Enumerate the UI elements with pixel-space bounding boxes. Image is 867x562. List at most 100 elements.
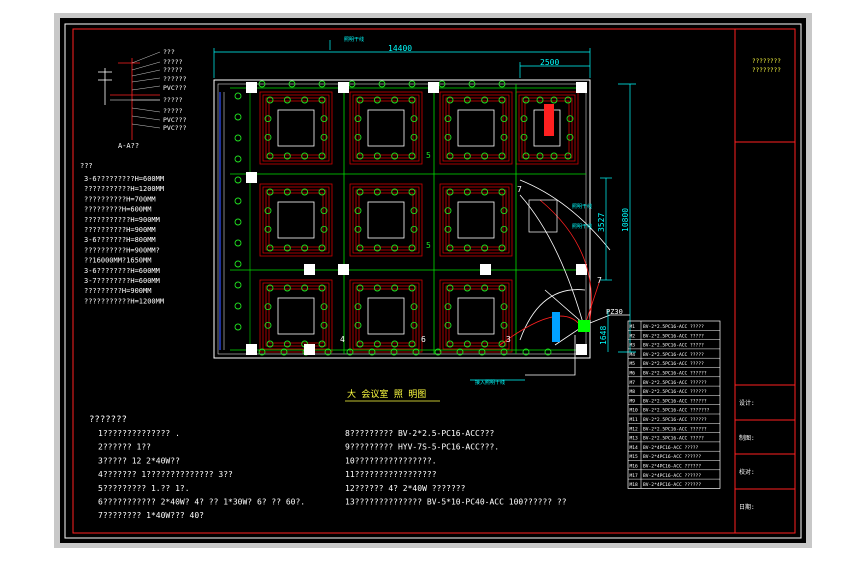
circuit-description: BV-2*2.5PC16-ACC ?????? [643,417,707,423]
mount-note-line: ??????????H=900MM [84,226,156,234]
title-block-designer: 设计: [739,399,755,407]
mount-note-line: ??????????H=700MM [84,195,156,203]
note-line: 13?????????????? BV-5*10-PC40-ACC 100???… [345,498,567,507]
structural-column [428,82,439,93]
note-line: 5????????? 1.?? 1?. [98,484,190,493]
note-line: 6??????????? 2*40W? 4? ?? 1*30W? 6? ?? 6… [98,498,305,507]
circuit-id: M9 [630,398,636,404]
note-line: 8????????? BV-2*2.5-PC16-ACC??? [345,429,494,438]
note-line: 7???????? 1*40W??? 40? [98,511,204,520]
circuit-label-5a: 5 [426,151,431,160]
mount-note-line: ???????????H=1200MM [84,297,164,305]
structural-column [246,344,257,355]
mount-note-line: 3-6???????H=800MM [84,236,156,244]
circuit-label-4: 4 [340,335,345,344]
dimension-width-total: 14400 [388,44,412,53]
svg-text:?????: ????? [163,96,183,104]
structural-column [576,344,587,355]
dimension-width-right: 2500 [540,58,559,67]
note-line: 3????? 12 2*40W?? [98,456,180,465]
circuit-id: M17 [630,473,639,479]
circuit-description: BV-2*4PC16-ACC ?????? [643,454,701,460]
circuit-label-7a: 7 [517,185,522,194]
mount-note-line: 3-6?????????H=600MM [84,175,164,183]
structural-column [480,264,491,275]
structural-column [304,264,315,275]
circuit-label-5b: 5 [426,241,431,250]
circuit-description: BV-2*4PC16-ACC ?????? [643,464,701,470]
mount-note-line: 3-6????????H=600MM [84,267,160,275]
note-line: 1?????????????? . [98,429,180,438]
circuit-id: M11 [630,417,639,423]
circuit-description: BV-2*2.5PC16-ACC ????? [643,343,704,349]
mount-note-line: 3-7????????H=600MM [84,277,160,285]
mount-note-line: ?????????H=900MM [84,287,151,295]
svg-text:?????: ????? [163,66,183,74]
circuit-description: BV-2*2.5PC16-ACC ?????? [643,426,707,432]
circuit-description: BV-2*4PC16-ACC ?????? [643,473,701,479]
structural-column [338,82,349,93]
circuit-description: BV-2*2.5PC16-ACC ????? [643,352,704,358]
svg-text:???: ??? [163,48,175,56]
svg-text:PVC???: PVC??? [163,84,187,92]
bottom-callout: 接入照明干线 [475,379,505,386]
circuit-id: M3 [630,343,636,349]
structural-column [576,82,587,93]
dimension-height-c: 1648 [599,326,608,345]
title-block-drafter: 制图: [739,434,755,442]
circuit-description: BV-2*2.5PC16-ACC ?????? [643,371,707,377]
circuit-description: BV-2*4PC16-ACC ?????? [643,482,701,488]
structural-column [246,82,257,93]
svg-text:PVC???: PVC??? [163,116,187,124]
title-block-checker: 校对: [739,468,755,476]
dimension-height-b: 10800 [621,208,630,232]
section-title: A-A?? [118,142,139,150]
circuit-description: BV-2*2.5PC16-ACC ????? [643,361,704,367]
title-block-date: 日期: [739,503,755,511]
circuit-description: BV-2*2.5PC16-ACC ????? [643,324,704,330]
circuit-id: M15 [630,454,639,460]
drawing-title: 大 会议室 照 明图 [347,388,426,400]
svg-text:PVC???: PVC??? [163,124,187,132]
circuit-id: M8 [630,389,636,395]
note-line: 2?????? 1?? [98,443,151,452]
right-callout-2: 照明干线 [572,223,592,230]
structural-column [304,344,315,355]
note-line: 9????????? HYV-7S-5-PC16-ACC???. [345,443,499,452]
structural-column [576,264,587,275]
right-callout-1: 照明干线 [572,203,592,210]
circuit-id: M1 [630,324,636,330]
title-block-header-1: ???????? [752,58,781,65]
mount-note-line: ??????????H=900MM? [84,246,160,254]
circuit-id: M7 [630,380,636,386]
circuit-description: BV-2*2.5PC16-ACC ?????? [643,398,707,404]
mount-notes-heading: ??? [80,162,93,170]
circuit-id: M16 [630,464,639,470]
structural-column [246,172,257,183]
dimension-height-a: 3527 [597,213,606,232]
svg-text:?????: ????? [163,58,183,66]
circuit-id: M6 [630,371,636,377]
circuit-label-7b: 7 [597,276,602,285]
circuit-label-6: 6 [421,335,426,344]
svg-text:?????: ????? [163,107,183,115]
mount-note-line: ?????????H=600MM [84,206,151,214]
mount-note-line: ??16000MM?1650MM [84,257,151,265]
note-line: 12?????? 4? 2*40W ??????? [345,484,466,493]
note-line: 10????????????????. [345,456,437,465]
circuit-id: M10 [630,408,639,414]
title-block-header-2: ???????? [752,67,781,74]
circuit-label-3: 3 [506,335,511,344]
note-line: 4??????? 1?????????????? 3?? [98,470,233,479]
svg-text:??????: ?????? [163,75,187,83]
mount-note-line: ???????????H=1200MM [84,185,164,193]
circuit-id: M4 [630,352,636,358]
circuit-id: M2 [630,333,636,339]
circuit-description: BV-2*2.5PC16-ACC ????? [643,436,704,442]
structural-column [338,264,349,275]
circuit-id: M14 [630,445,639,451]
circuit-description: BV-2*2.5PC16-ACC ?????? [643,380,707,386]
panel-tag: PZ30 [606,308,623,316]
circuit-id: M12 [630,426,639,432]
notes-heading: ??????? [89,415,127,425]
